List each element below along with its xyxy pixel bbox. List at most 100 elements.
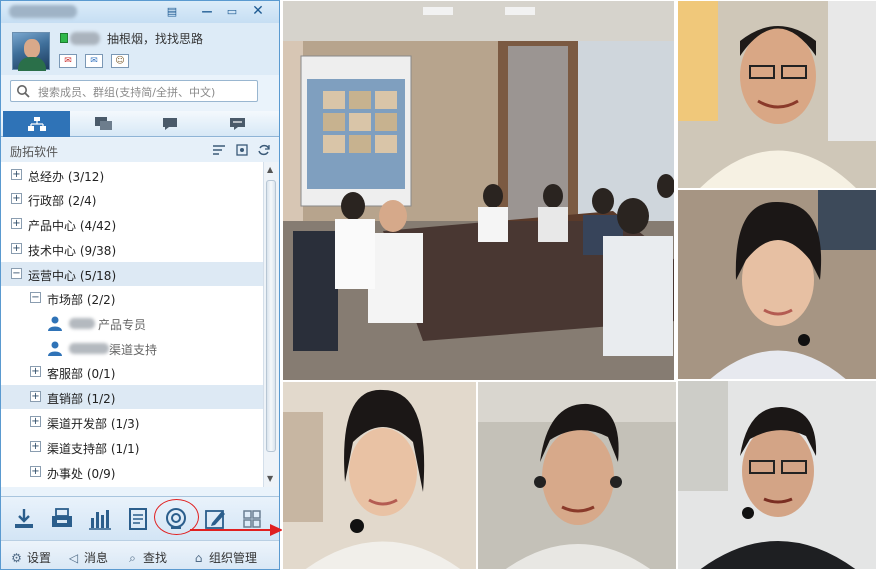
minimize-button[interactable]: — bbox=[198, 3, 216, 20]
tree-dept-kefubu[interactable]: + 客服部 (0/1) bbox=[1, 360, 263, 384]
tree-dept-chanpinzhongxin[interactable]: + 产品中心 (4/42) bbox=[1, 212, 263, 236]
tree-dept-yunyingzhongxin[interactable]: − 运营中心 (5/18) bbox=[1, 262, 263, 286]
tree-dept-shichangbu[interactable]: − 市场部 (2/2) bbox=[1, 286, 263, 310]
tree-label: 运营中心 (5/18) bbox=[28, 269, 117, 283]
refresh-icon[interactable] bbox=[257, 143, 271, 157]
tab-organization[interactable] bbox=[3, 111, 70, 137]
tree-dept-qudaokaifabu[interactable]: + 渠道开发部 (1/3) bbox=[1, 410, 263, 434]
tree-label: 渠道开发部 (1/3) bbox=[47, 417, 140, 431]
messages-button[interactable]: ◁ 消息 bbox=[66, 549, 108, 566]
expand-plus-icon[interactable]: + bbox=[11, 193, 22, 204]
speaker-icon: ◁ bbox=[68, 551, 79, 565]
expand-plus-icon[interactable]: + bbox=[11, 243, 22, 254]
org-chart-icon bbox=[28, 117, 46, 131]
locate-icon[interactable] bbox=[235, 143, 249, 157]
tree-dept-banshichu[interactable]: + 办事处 (0/9) bbox=[1, 460, 263, 484]
member-title: 渠道支持 bbox=[109, 343, 158, 357]
tree-member[interactable]: 产品专员 bbox=[1, 311, 263, 335]
participant-5-illustration bbox=[678, 381, 876, 569]
message-icon bbox=[230, 118, 245, 130]
blurred-user-name bbox=[70, 32, 100, 45]
avatar[interactable] bbox=[12, 32, 50, 71]
expand-plus-icon[interactable]: + bbox=[30, 441, 41, 452]
avatar-face bbox=[24, 39, 40, 58]
settings-button[interactable]: ⚙ 设置 bbox=[9, 549, 51, 566]
tree-label: 行政部 (2/4) bbox=[28, 194, 97, 208]
video-participant-2 bbox=[677, 189, 877, 380]
maximize-button[interactable]: ▭ bbox=[223, 3, 241, 20]
tree-label: 产品中心 (4/42) bbox=[28, 219, 117, 233]
search-icon: ⌕ bbox=[129, 551, 136, 565]
group-header: 励拓软件 bbox=[1, 138, 279, 162]
contact-card-icon[interactable]: ☺ bbox=[111, 54, 129, 68]
tree-dept-xingzhengbu[interactable]: + 行政部 (2/4) bbox=[1, 187, 263, 211]
tab-chat[interactable] bbox=[137, 111, 204, 137]
chat-bubble-icon bbox=[163, 118, 177, 130]
find-button[interactable]: ⌕ 查找 bbox=[125, 549, 167, 566]
tab-groups[interactable] bbox=[70, 111, 137, 137]
fax-icon[interactable] bbox=[49, 506, 75, 532]
collapse-minus-icon[interactable]: − bbox=[11, 268, 22, 279]
tree-dept-qudaozhichibu[interactable]: + 渠道支持部 (1/1) bbox=[1, 435, 263, 459]
member-title: 产品专员 bbox=[98, 318, 147, 332]
profile-panel: 抽根烟，找找思路 ✉ ✉ ☺ bbox=[1, 23, 279, 75]
expand-plus-icon[interactable]: + bbox=[30, 466, 41, 477]
expand-plus-icon[interactable]: + bbox=[11, 218, 22, 229]
collapse-minus-icon[interactable]: − bbox=[30, 292, 41, 303]
title-bar[interactable]: ▤ — ▭ ✕ bbox=[1, 1, 279, 23]
close-button[interactable]: ✕ bbox=[249, 3, 267, 20]
expand-plus-icon[interactable]: + bbox=[30, 416, 41, 427]
person-icon bbox=[48, 316, 62, 331]
tree-dept-zhixiaobu[interactable]: + 直销部 (1/2) bbox=[1, 385, 263, 409]
tree-label: 渠道支持部 (1/1) bbox=[47, 442, 140, 456]
tree-label: 客服部 (0/1) bbox=[47, 367, 116, 381]
scroll-thumb[interactable] bbox=[266, 180, 276, 452]
tree-label: 市场部 (2/2) bbox=[47, 293, 116, 307]
blurred-member-name bbox=[69, 318, 95, 329]
notes-icon[interactable] bbox=[125, 506, 151, 532]
home-icon: ⌂ bbox=[194, 551, 203, 565]
video-participant-5 bbox=[677, 380, 877, 570]
search-placeholder: 搜索成员、群组(支持简/全拼、中文) bbox=[38, 86, 216, 99]
search-icon bbox=[17, 85, 30, 98]
red-arrow-icon bbox=[190, 524, 283, 536]
tree-label: 办事处 (0/9) bbox=[47, 467, 116, 481]
conference-room-photo bbox=[282, 0, 675, 381]
blurred-member-name bbox=[69, 343, 109, 354]
video-participant-1 bbox=[677, 0, 877, 189]
email-icon[interactable]: ✉ bbox=[85, 54, 103, 68]
participant-4-illustration bbox=[478, 382, 676, 569]
tree-label: 直销部 (1/2) bbox=[47, 392, 116, 406]
avatar-body bbox=[18, 57, 46, 71]
blurred-window-title bbox=[9, 5, 77, 18]
tree-dept-zongjingban[interactable]: + 总经办 (3/12) bbox=[1, 163, 263, 187]
tree-label: 技术中心 (9/38) bbox=[28, 244, 117, 258]
tree-label: 总经办 (3/12) bbox=[28, 170, 105, 184]
person-icon bbox=[48, 341, 62, 356]
tree-scrollbar[interactable]: ▲ ▼ bbox=[263, 162, 278, 487]
org-manage-button[interactable]: ⌂ 组织管理 bbox=[191, 549, 257, 566]
video-participant-4 bbox=[477, 381, 677, 570]
tab-recent[interactable] bbox=[204, 111, 271, 137]
download-icon[interactable] bbox=[11, 506, 37, 532]
mail-flag-icon[interactable]: ✉ bbox=[59, 54, 77, 68]
sort-list-icon[interactable] bbox=[212, 143, 226, 157]
group-title: 励拓软件 bbox=[10, 145, 59, 159]
skin-button[interactable]: ▤ bbox=[163, 3, 181, 20]
tree-dept-jishuzhongxin[interactable]: + 技术中心 (9/38) bbox=[1, 237, 263, 261]
online-status-icon[interactable] bbox=[60, 33, 68, 43]
tree-member[interactable]: 渠道支持 bbox=[1, 336, 263, 360]
chat-bubbles-icon bbox=[95, 117, 112, 130]
participant-3-illustration bbox=[283, 382, 476, 569]
user-signature[interactable]: 抽根烟，找找思路 bbox=[107, 30, 203, 47]
expand-plus-icon[interactable]: + bbox=[30, 366, 41, 377]
contact-tree: + 总经办 (3/12) + 行政部 (2/4) + 产品中心 (4/42) +… bbox=[1, 162, 263, 487]
participant-2-illustration bbox=[678, 190, 876, 379]
scroll-down-icon[interactable]: ▼ bbox=[267, 474, 273, 483]
expand-plus-icon[interactable]: + bbox=[11, 169, 22, 180]
scroll-up-icon[interactable]: ▲ bbox=[267, 165, 273, 174]
expand-plus-icon[interactable]: + bbox=[30, 391, 41, 402]
search-input[interactable]: 搜索成员、群组(支持简/全拼、中文) bbox=[10, 80, 258, 102]
bar-chart-icon[interactable] bbox=[87, 506, 113, 532]
conference-room-illustration bbox=[283, 1, 674, 380]
